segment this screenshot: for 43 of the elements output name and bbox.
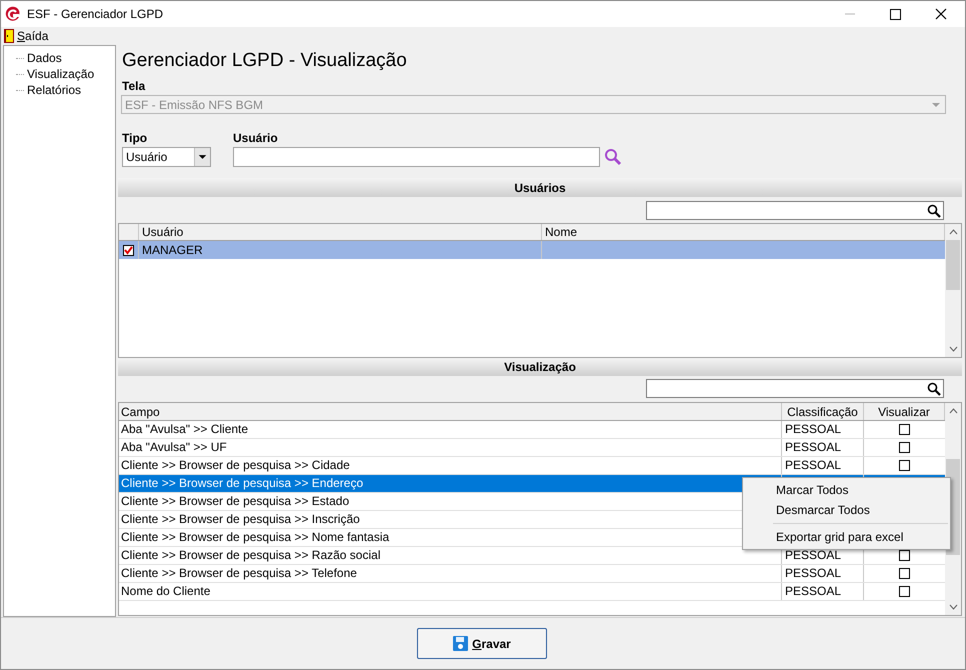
field-label: Tela xyxy=(122,79,146,93)
search-icon xyxy=(927,204,941,218)
exit-door-icon xyxy=(4,29,14,43)
filter-field[interactable] xyxy=(646,379,944,398)
table-cell: MANAGER xyxy=(139,241,542,259)
column-header[interactable]: Campo xyxy=(119,403,782,420)
checkbox[interactable] xyxy=(899,586,910,597)
checkbox[interactable] xyxy=(123,244,134,256)
checkbox[interactable] xyxy=(899,424,910,435)
table-row[interactable]: Cliente >> Browser de pesquisa >> Cidade PESSOAL xyxy=(119,457,945,475)
maximize-icon[interactable] xyxy=(890,8,901,20)
close-icon[interactable] xyxy=(935,8,947,20)
user-input-field[interactable] xyxy=(233,147,600,167)
checkbox[interactable] xyxy=(899,442,910,453)
type-combobox[interactable]: Usuário xyxy=(122,147,211,167)
filter-field[interactable] xyxy=(646,201,944,220)
tree-item[interactable]: Dados xyxy=(27,49,62,67)
checkbox[interactable] xyxy=(899,550,910,561)
field-label: Tipo xyxy=(122,131,148,145)
page-heading: Gerenciador LGPD - Visualização xyxy=(122,49,408,73)
save-button[interactable]: Gravar xyxy=(417,628,547,659)
section-header: Visualização xyxy=(118,358,962,376)
search-icon[interactable] xyxy=(604,148,622,166)
dropdown-arrow-icon xyxy=(932,102,940,106)
tree-item[interactable]: Relatórios xyxy=(27,81,82,99)
app-logo-icon xyxy=(4,6,21,22)
search-icon xyxy=(927,382,941,396)
table-row[interactable]: Aba "Avulsa" >> UF PESSOAL xyxy=(119,439,945,457)
tree-item[interactable]: Visualização xyxy=(27,65,94,83)
table-row[interactable]: Cliente >> Browser de pesquisa >> Razão social PESSOAL xyxy=(119,547,945,565)
scrollbar[interactable] xyxy=(945,224,961,357)
window-title: ESF - Gerenciador LGPD xyxy=(27,6,164,23)
table-row[interactable]: Nome do Cliente PESSOAL xyxy=(119,583,945,601)
table-row[interactable]: MANAGER xyxy=(119,241,945,259)
checkbox[interactable] xyxy=(899,460,910,471)
table-row[interactable]: Cliente >> Browser de pesquisa >> Telefone PESSOAL xyxy=(119,565,945,583)
menu-item[interactable]: Saída xyxy=(17,27,48,45)
field-label: Usuário xyxy=(233,131,279,145)
column-header[interactable]: Classificação xyxy=(782,403,864,420)
section-header: Usuários xyxy=(118,178,962,197)
table-row[interactable]: Aba "Avulsa" >> Cliente PESSOAL xyxy=(119,421,945,439)
checkbox[interactable] xyxy=(899,568,910,579)
column-header[interactable]: Usuário xyxy=(139,224,542,240)
